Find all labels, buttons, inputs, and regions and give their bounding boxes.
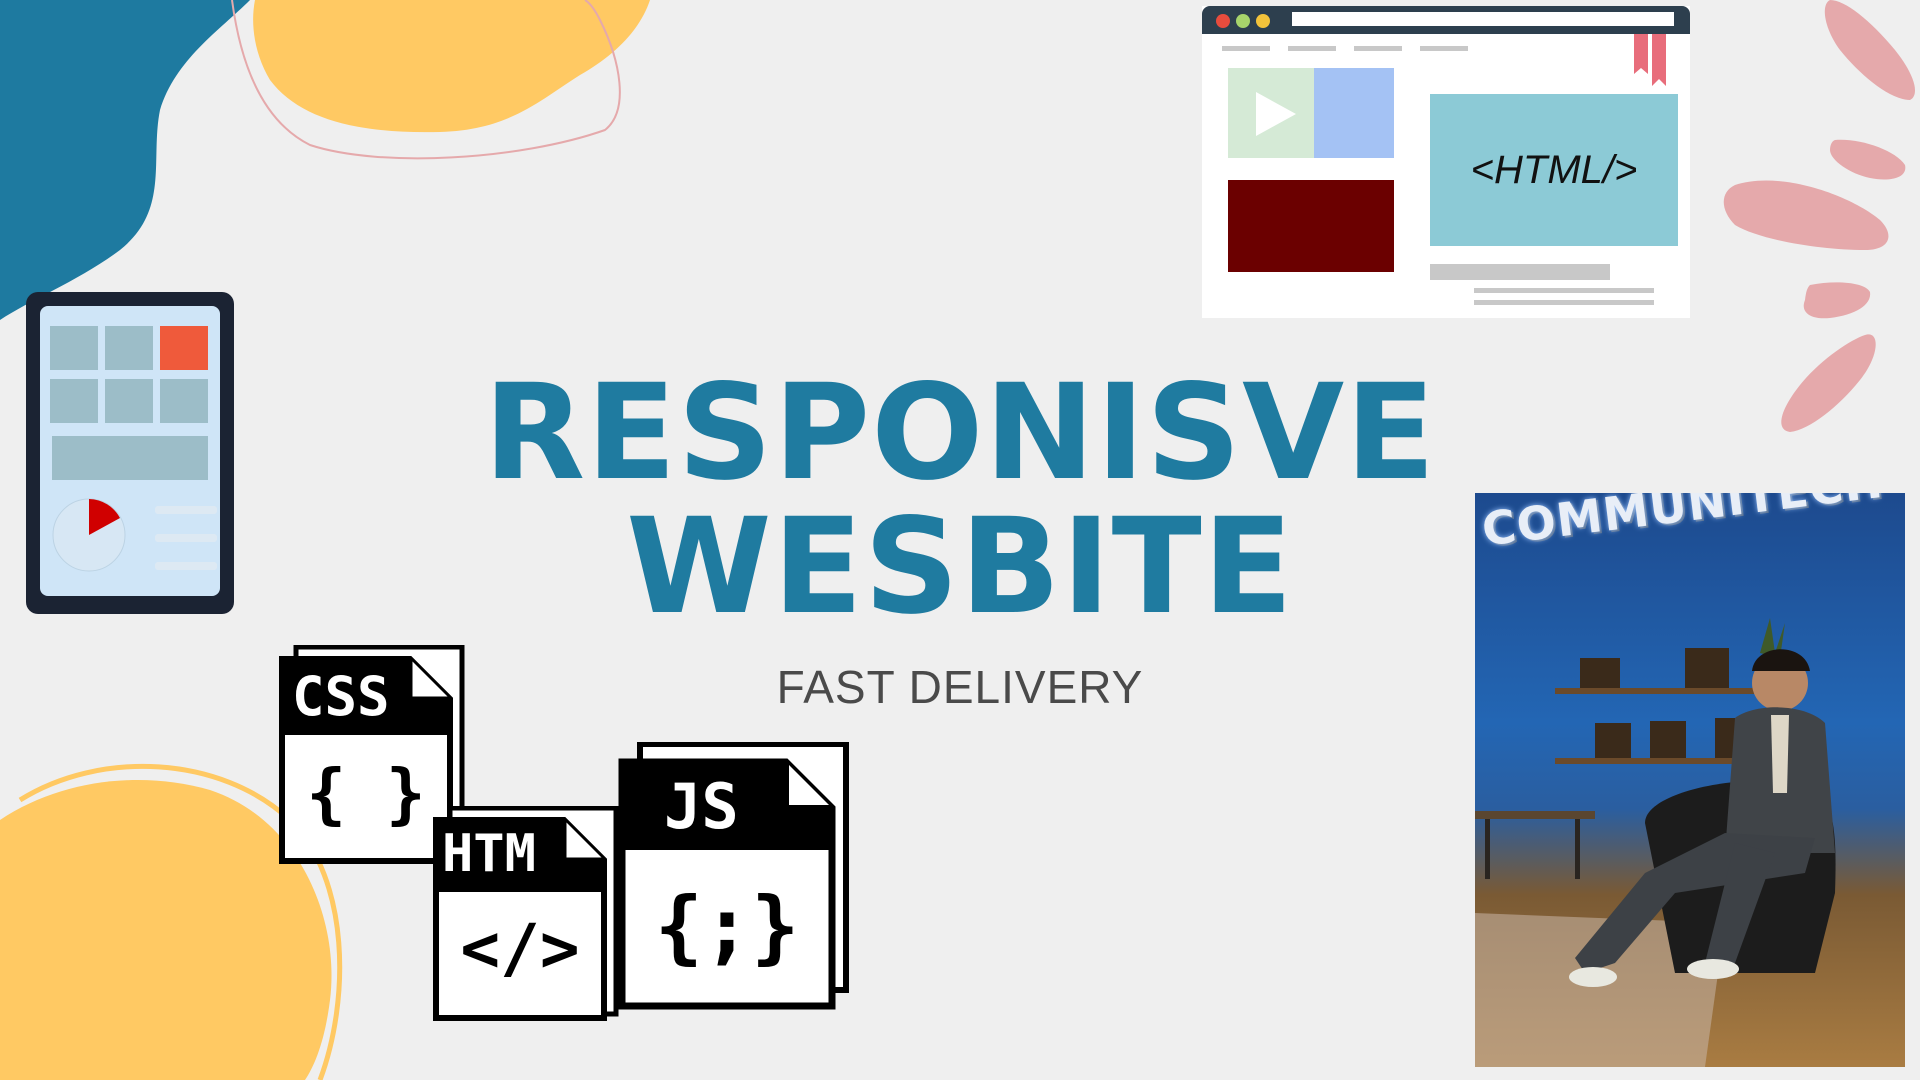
tablet-tile [50, 379, 98, 423]
title-line-2: WESBITE [626, 490, 1294, 644]
yellow-blob-top [253, 0, 650, 133]
dark-red-block [1228, 180, 1394, 272]
bookmark-ribbon-icon [1634, 34, 1666, 86]
html-code-box: <HTML/> [1430, 94, 1678, 246]
teal-blob [0, 0, 250, 320]
tablet-banner [52, 436, 208, 480]
tablet-text-line [155, 534, 217, 542]
browser-text-line [1474, 300, 1654, 305]
browser-nav-line [1288, 46, 1336, 51]
title-line-1: RESPONISVE [483, 356, 1437, 510]
video-thumbnail [1228, 68, 1316, 158]
css-file-glyph: { } [306, 755, 426, 832]
play-icon [1256, 92, 1296, 136]
css-file-label: CSS [292, 665, 390, 728]
html-file-label: HTM [442, 824, 536, 884]
js-file-label: JS [664, 770, 739, 843]
tablet-tile [160, 379, 208, 423]
window-max-dot [1256, 14, 1270, 28]
html-file-icon: HTM </> [432, 806, 622, 1026]
tablet-tile [105, 379, 153, 423]
tablet-screen [40, 306, 220, 596]
tablet-illustration [26, 292, 234, 614]
portrait-photo: COMMUNITECH [1475, 493, 1905, 1067]
browser-address-bar [1292, 12, 1674, 26]
pink-petals [1723, 0, 1915, 432]
browser-title-bar [1202, 6, 1690, 34]
window-min-dot [1236, 14, 1250, 28]
html-file-glyph: </> [460, 910, 580, 987]
browser-text-line [1430, 264, 1610, 280]
html-code-label: <HTML/> [1470, 147, 1638, 192]
page-title: RESPONISVE WESBITE [460, 366, 1460, 634]
tablet-tile-accent [160, 326, 208, 370]
browser-nav-line [1420, 46, 1468, 51]
js-file-glyph: {;} [654, 880, 800, 973]
browser-nav-line [1222, 46, 1270, 51]
subtitle: FAST DELIVERY [776, 661, 1144, 713]
browser-text-line [1474, 288, 1654, 293]
browser-nav-line [1354, 46, 1402, 51]
tablet-text-line [155, 506, 217, 514]
js-file-icon: JS {;} [618, 742, 850, 1010]
blue-block [1314, 68, 1394, 158]
photo-scene [1475, 618, 1836, 1067]
browser-mockup: <HTML/> [1202, 6, 1690, 318]
tablet-tile [50, 326, 98, 370]
window-close-dot [1216, 14, 1230, 28]
tablet-text-line [155, 562, 217, 570]
tablet-tile [105, 326, 153, 370]
pie-chart-icon [52, 498, 126, 572]
